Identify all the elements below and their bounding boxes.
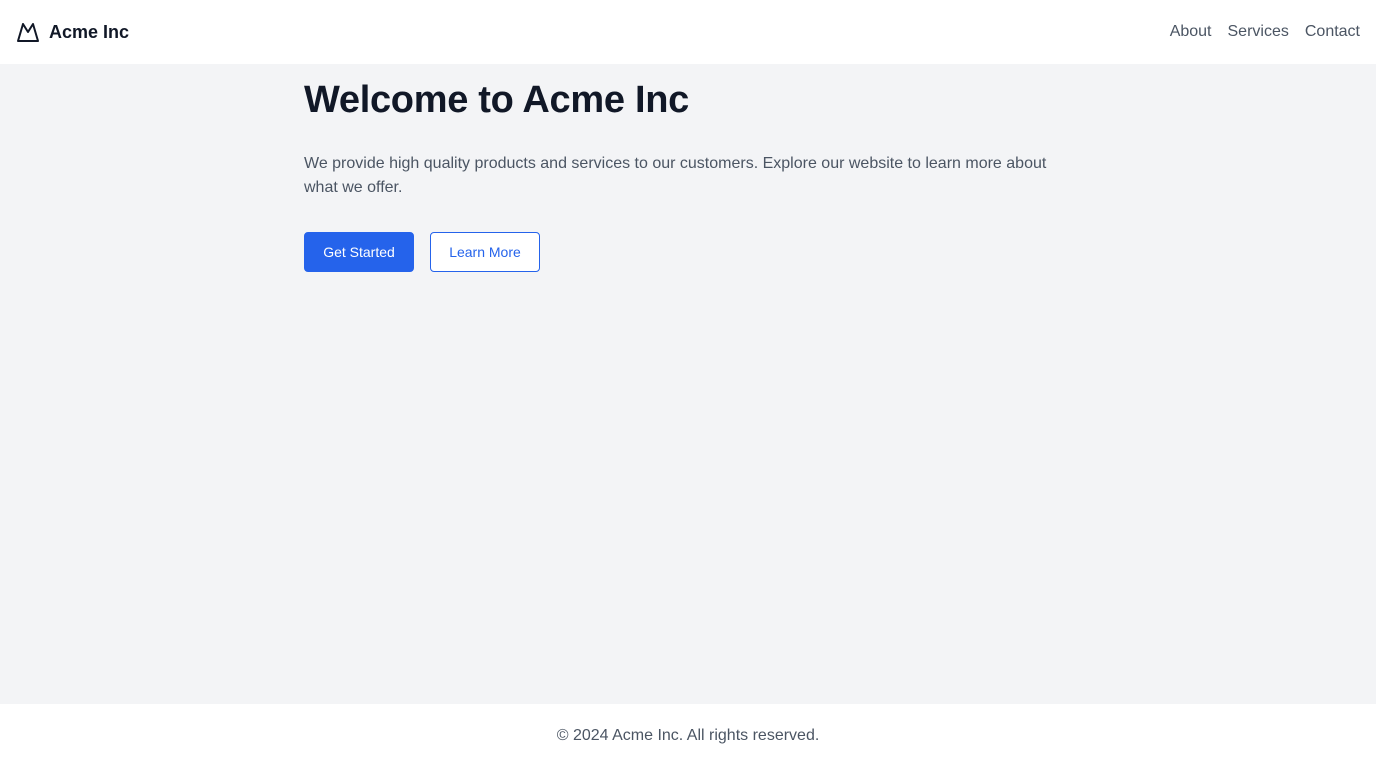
page-title: Welcome to Acme Inc [304,79,689,121]
hero-actions: Get Started Learn More [304,232,1072,272]
site-footer: © 2024 Acme Inc. All rights reserved. [0,704,1376,768]
nav-link-contact[interactable]: Contact [1305,23,1360,41]
main-nav: About Services Contact [1170,23,1360,41]
nav-link-about[interactable]: About [1170,23,1212,41]
site-header: Acme Inc About Services Contact [0,0,1376,64]
nav-link-services[interactable]: Services [1228,23,1289,41]
hero-description: We provide high quality products and ser… [304,155,1047,196]
brand-name: Acme Inc [49,21,130,42]
brand-link[interactable]: Acme Inc [16,20,129,44]
copyright-text: © 2024 Acme Inc. All rights reserved. [556,727,820,744]
learn-more-button[interactable]: Learn More [430,232,540,272]
mountain-icon [16,20,40,44]
hero-section: Welcome to Acme Inc We provide high qual… [304,64,1072,272]
get-started-button[interactable]: Get Started [304,232,414,272]
